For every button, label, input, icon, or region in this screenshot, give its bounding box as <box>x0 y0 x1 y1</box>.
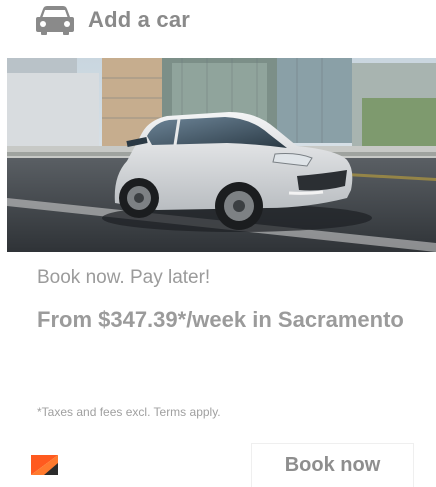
brand-logo-icon[interactable] <box>31 455 58 475</box>
offer-disclaimer: *Taxes and fees excl. Terms apply. <box>37 405 221 419</box>
hero-image[interactable] <box>7 58 436 252</box>
car-icon <box>36 5 74 35</box>
book-now-button[interactable]: Book now <box>251 443 414 487</box>
header: Add a car <box>36 4 190 36</box>
offer-tagline: Book now. Pay later! <box>37 267 211 288</box>
header-title: Add a car <box>88 7 191 32</box>
ad-card[interactable]: Add a car Book now. Pay later! From $347… <box>0 0 436 487</box>
offer-price: From $347.39*/week in Sacramento <box>37 307 404 332</box>
